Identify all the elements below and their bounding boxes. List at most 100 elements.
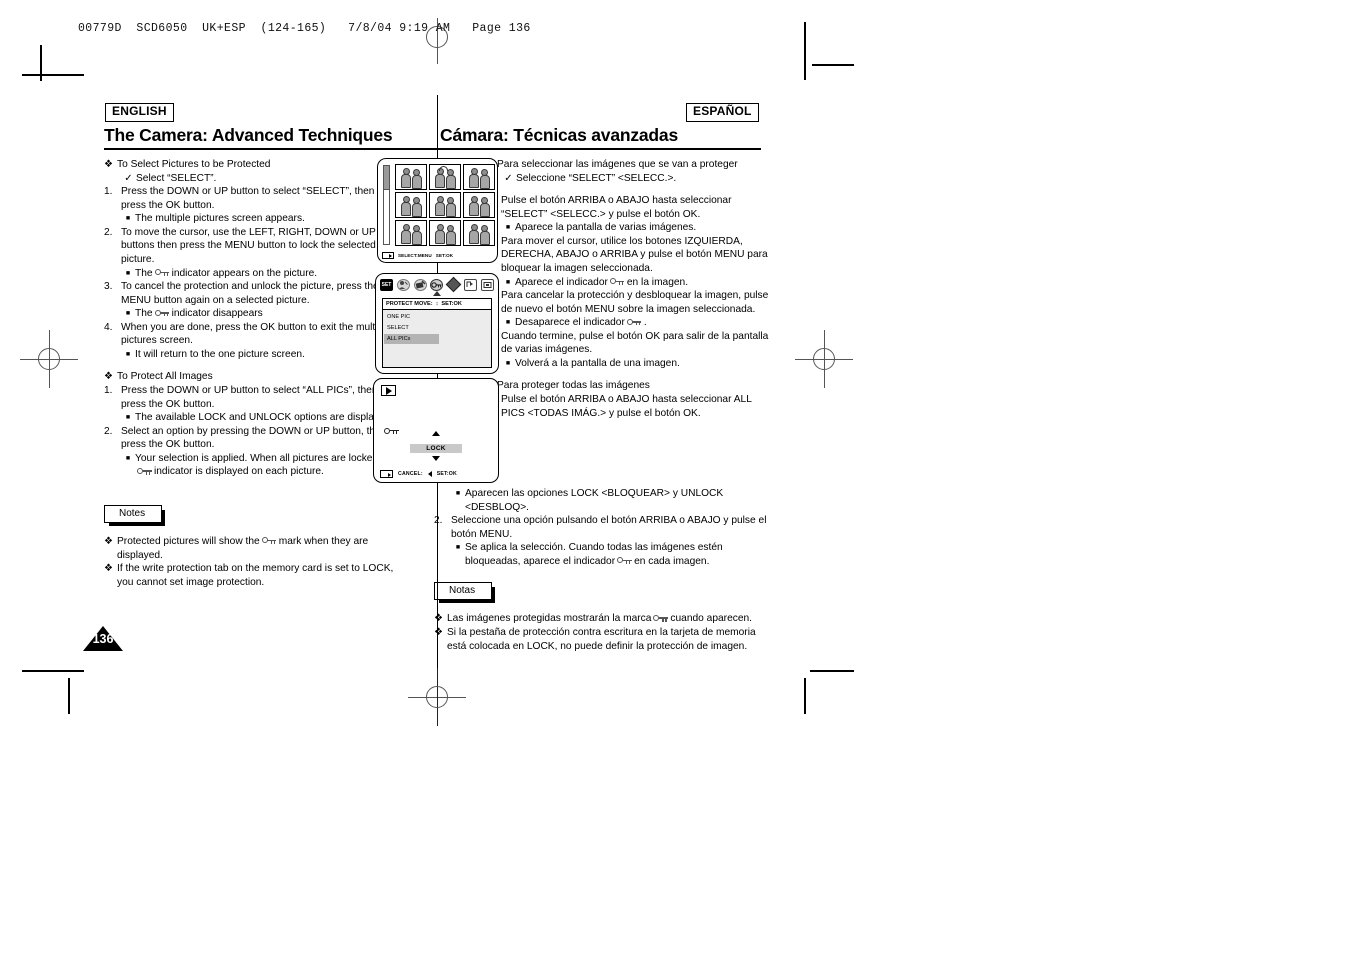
spanish-s1-step1-row: 1. Pulse el botón ARRIBA o ABAJO hasta s… <box>484 194 774 221</box>
english-section1-check-row: ✓ Select “SELECT”. <box>121 172 402 186</box>
set-icon[interactable]: SET <box>380 278 393 291</box>
down-arrow-icon[interactable] <box>432 456 440 461</box>
key-protect-icon[interactable] <box>430 278 444 291</box>
left-arrow-icon <box>427 471 432 477</box>
manual-page: ENGLISH ESPAÑOL The Camera: Advanced Tec… <box>0 0 1351 954</box>
step-number: 1. <box>104 385 113 396</box>
english-s1-step3-sub-a: The <box>135 308 153 320</box>
check-bullet-icon: ✓ <box>124 172 133 184</box>
menu-selection-pointer-icon <box>433 291 441 296</box>
spanish-s2-step2-sub-b: en cada imagen. <box>634 555 710 567</box>
thumbnail-cell[interactable] <box>429 164 461 190</box>
english-section2-heading: To Protect All Images <box>117 371 213 383</box>
square-bullet-icon: ■ <box>505 278 511 286</box>
spanish-section1-heading: Para seleccionar las imágenes que se van… <box>497 159 738 170</box>
spanish-s1-step3-sub-a: Desaparece el indicador <box>515 317 625 329</box>
spanish-column-wide: ■ Aparecen las opciones LOCK <BLOQUEAR> … <box>434 487 776 653</box>
english-s1-step2-sub-row: ■ The indicator appears on the picture. <box>121 267 402 281</box>
step-number: 2. <box>104 226 113 238</box>
spanish-s1-step2: Para mover el cursor, utilice los botone… <box>501 235 768 274</box>
page-number: 136 <box>92 632 114 646</box>
english-s1-step3-sub-b: indicator disappears <box>171 308 263 320</box>
scrollbar-thumb[interactable] <box>383 165 390 190</box>
english-s2-step2: Select an option by pressing the DOWN or… <box>121 425 387 451</box>
people-photo-icon <box>464 165 494 189</box>
spanish-s1-step2-sub-b: en la imagen. <box>626 276 689 288</box>
hand-delete-icon[interactable] <box>413 278 427 291</box>
people-photo-icon <box>430 165 460 189</box>
square-bullet-icon: ■ <box>125 269 131 277</box>
english-s1-step4-sub-row: ■ It will return to the one picture scre… <box>121 348 402 362</box>
english-s1-step1-row: 1. Press the DOWN or UP button to select… <box>104 185 402 212</box>
copy-icon[interactable] <box>464 278 478 291</box>
step-number: 1. <box>104 186 113 198</box>
thumbnail-cell[interactable] <box>429 220 461 246</box>
key-indicator-icon <box>653 614 668 622</box>
english-note2-row: ❖ If the write protection tab on the mem… <box>104 562 402 589</box>
english-s2-step1-sub-row: ■ The available LOCK and UNLOCK options … <box>121 411 402 425</box>
spanish-s1-step4-sub: Volverá a la pantalla de una imagen. <box>515 357 680 369</box>
english-s1-step2-sub-b: indicator appears on the picture. <box>171 267 318 279</box>
menu-option-all-pics[interactable]: ALL PICs <box>384 334 439 344</box>
spanish-s1-step3: Para cancelar la protección y desbloquea… <box>501 290 769 315</box>
key-indicator-icon <box>137 467 152 475</box>
thumbnail-cell[interactable] <box>429 192 461 218</box>
english-s2-step2-sub-a: Your selection is applied. When all pict… <box>135 452 398 464</box>
thumbnail-cell[interactable] <box>463 192 495 218</box>
thumbnail-cell[interactable] <box>395 192 427 218</box>
lcd-screen-protect-menu: SET PROTECT MOVE: ↕ SET:OK ONE PIC SELEC… <box>375 273 499 374</box>
thumbnail-cell[interactable] <box>463 164 495 190</box>
square-bullet-icon: ■ <box>505 359 511 367</box>
play-icon <box>381 385 396 396</box>
spanish-section1-check: Seleccione “SELECT” <SELECC.>. <box>516 172 677 184</box>
thumbnail-cell[interactable] <box>463 220 495 246</box>
spanish-s1-step4-sub-row: ■ Volverá a la pantalla de una imagen. <box>501 357 774 371</box>
monitor-icon[interactable] <box>480 278 494 291</box>
check-bullet-icon: ✓ <box>504 172 513 184</box>
lcd3-caption-cancel: CANCEL: <box>398 471 423 477</box>
lcd-screen-lock-option: LOCK CANCEL: SET:OK <box>373 378 499 483</box>
menu-option-one-pic[interactable]: ONE PIC <box>384 312 439 322</box>
thumbnail-cell[interactable] <box>395 164 427 190</box>
spanish-column: ❖ Para seleccionar las imágenes que se v… <box>484 158 774 420</box>
card-icon <box>380 470 393 478</box>
up-arrow-icon[interactable] <box>432 431 440 436</box>
english-s1-step1-sub-row: ■ The multiple pictures screen appears. <box>121 212 402 226</box>
protect-menu-title: PROTECT MOVE: <box>386 301 433 307</box>
multi-direction-icon[interactable] <box>446 276 462 293</box>
notes-label-spanish: Notas <box>434 582 496 604</box>
people-photo-icon <box>464 193 494 217</box>
thumbnail-cell[interactable] <box>395 220 427 246</box>
person-icon[interactable] <box>396 278 410 291</box>
lcd-screen-multi-picture: SELECT:MENU SET:OK <box>377 158 498 263</box>
people-photo-icon <box>396 193 426 217</box>
english-section1-heading-row: ❖ To Select Pictures to be Protected <box>104 158 402 172</box>
spanish-section2-heading: Para proteger todas las imágenes <box>497 380 650 392</box>
english-s1-step2: To move the cursor, use the LEFT, RIGHT,… <box>121 226 376 265</box>
lock-option-value[interactable]: LOCK <box>410 444 462 453</box>
spanish-note1-row: ❖ Las imágenes protegidas mostrarán la m… <box>434 612 776 626</box>
english-column: ❖ To Select Pictures to be Protected ✓ S… <box>104 158 402 589</box>
language-tag-english: ENGLISH <box>105 103 174 122</box>
key-indicator-icon <box>154 309 170 317</box>
people-photo-icon <box>396 221 426 245</box>
spanish-s2-step1-row: 1. Pulse el botón ARRIBA o ABAJO hasta s… <box>484 393 774 420</box>
english-s1-step3-row: 3. To cancel the protection and unlock t… <box>104 280 402 307</box>
spanish-s1-step2-row: 2. Para mover el cursor, utilice los bot… <box>484 235 774 276</box>
lcd1-caption-set: SET:OK <box>435 253 454 258</box>
menu-option-select[interactable]: SELECT <box>384 323 439 333</box>
english-section1-heading: To Select Pictures to be Protected <box>117 159 271 170</box>
people-photo-icon <box>464 221 494 245</box>
square-bullet-icon: ■ <box>125 454 131 462</box>
spanish-note1-b: cuando aparecen. <box>670 613 752 625</box>
english-s1-step3: To cancel the protection and unlock the … <box>121 281 379 306</box>
page-title-english: The Camera: Advanced Techniques <box>104 125 393 145</box>
thumbnail-grid <box>395 164 495 246</box>
english-s1-step1-sub: The multiple pictures screen appears. <box>135 213 305 225</box>
key-indicator-icon <box>626 318 642 326</box>
protect-menu-panel: PROTECT MOVE: ↕ SET:OK ONE PIC SELECT AL… <box>382 298 492 368</box>
card-icon <box>382 252 394 259</box>
flower-bullet-icon: ❖ <box>104 535 113 547</box>
square-bullet-icon: ■ <box>455 544 461 552</box>
square-bullet-icon: ■ <box>505 224 511 232</box>
